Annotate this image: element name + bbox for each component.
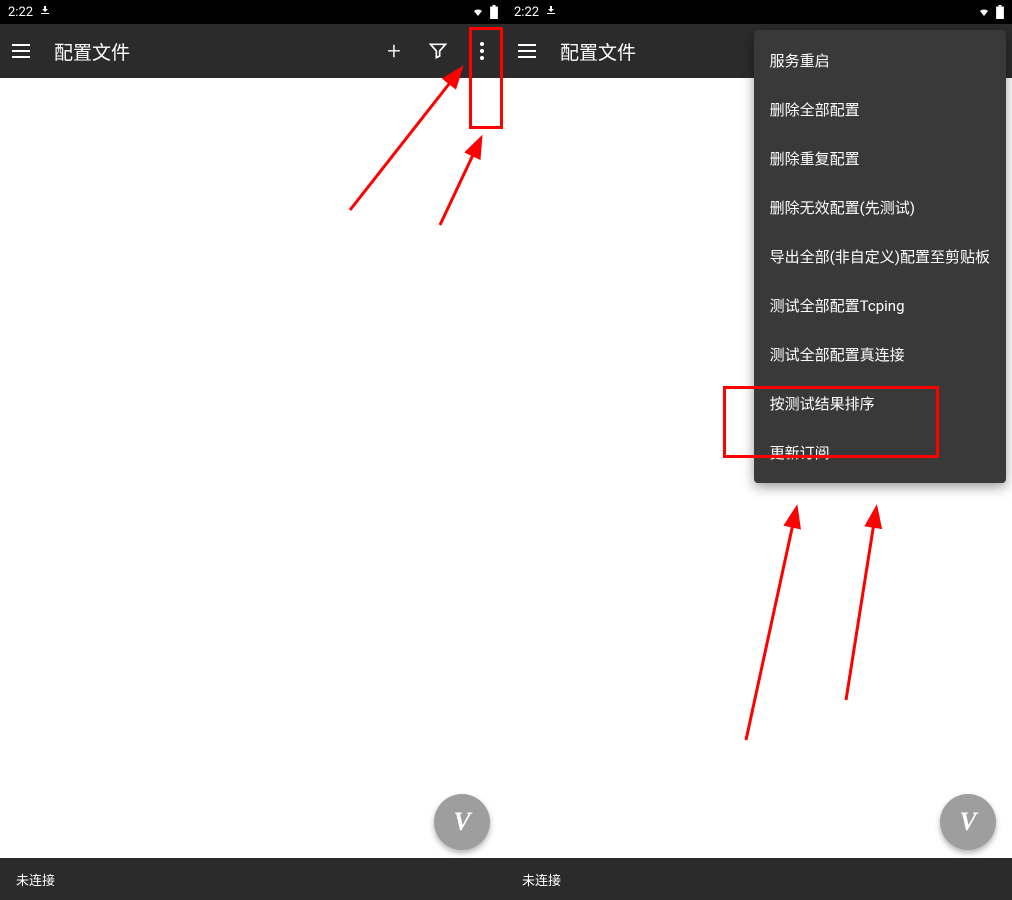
bottom-bar: 未连接 (0, 858, 506, 900)
wifi-icon (976, 6, 992, 18)
fab-v-icon: V (959, 807, 976, 837)
menu-item-delete-invalid[interactable]: 删除无效配置(先测试) (754, 183, 1006, 232)
wifi-icon (470, 6, 486, 18)
menu-item-test-real[interactable]: 测试全部配置真连接 (754, 330, 1006, 379)
app-bar: 配置文件 + (0, 24, 506, 78)
phone-left: 2:22 配置文件 + (0, 0, 506, 900)
filter-icon (428, 41, 448, 61)
content-area (0, 78, 506, 858)
fab-button[interactable]: V (940, 794, 996, 850)
menu-item-test-tcping[interactable]: 测试全部配置Tcping (754, 281, 1006, 330)
more-vert-icon (480, 42, 484, 60)
menu-item-delete-dup[interactable]: 删除重复配置 (754, 134, 1006, 183)
more-button[interactable] (470, 39, 494, 63)
menu-item-sort[interactable]: 按测试结果排序 (754, 379, 1006, 428)
fab-v-icon: V (453, 807, 470, 837)
status-bar: 2:22 (506, 0, 1012, 24)
app-title: 配置文件 (54, 38, 358, 65)
phone-right: 2:22 配置文件 服务重启 删除全部配置 删除重复配置 删除无效配置(先测试)… (506, 0, 1012, 900)
status-time: 2:22 (514, 5, 539, 20)
hamburger-icon[interactable] (518, 44, 536, 58)
menu-item-update-sub[interactable]: 更新订阅 (754, 428, 1006, 477)
filter-button[interactable] (426, 39, 450, 63)
status-bar: 2:22 (0, 0, 506, 24)
menu-item-restart[interactable]: 服务重启 (754, 36, 1006, 85)
fab-button[interactable]: V (434, 794, 490, 850)
overflow-menu: 服务重启 删除全部配置 删除重复配置 删除无效配置(先测试) 导出全部(非自定义… (754, 30, 1006, 483)
battery-icon (490, 5, 498, 19)
bottom-bar: 未连接 (506, 858, 1012, 900)
menu-item-export[interactable]: 导出全部(非自定义)配置至剪贴板 (754, 232, 1006, 281)
plus-icon: + (387, 39, 401, 63)
connection-status: 未连接 (16, 870, 55, 889)
hamburger-icon[interactable] (12, 44, 30, 58)
connection-status: 未连接 (522, 870, 561, 889)
download-icon (39, 4, 51, 20)
status-time: 2:22 (8, 5, 33, 20)
download-icon (545, 4, 557, 20)
menu-item-delete-all[interactable]: 删除全部配置 (754, 85, 1006, 134)
battery-icon (996, 5, 1004, 19)
add-button[interactable]: + (382, 39, 406, 63)
